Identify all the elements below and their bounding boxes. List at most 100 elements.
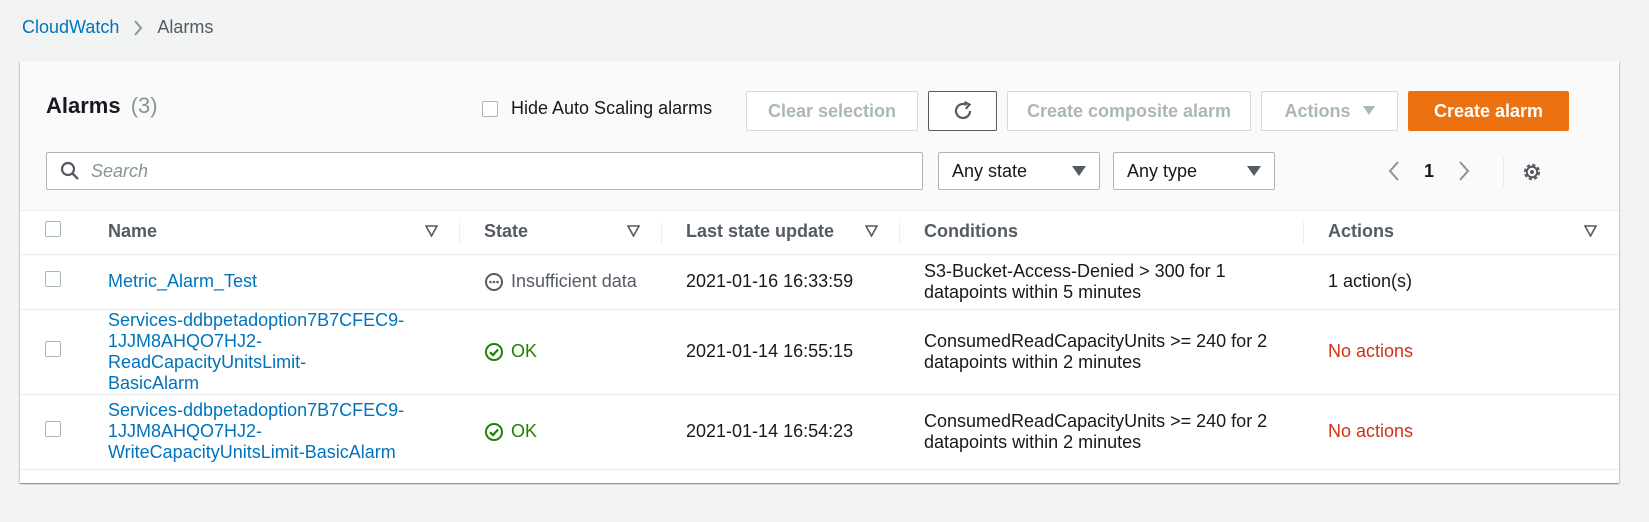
- refresh-icon: [954, 101, 971, 120]
- column-header-last-update-label: Last state update: [686, 221, 835, 242]
- sort-icon: [865, 225, 878, 237]
- actions-dropdown-button[interactable]: Actions: [1261, 91, 1398, 131]
- breadcrumb-current: Alarms: [157, 17, 214, 37]
- state-cell: OK: [460, 394, 662, 470]
- conditions-cell: ConsumedReadCapacityUnits >= 240 for 2 d…: [900, 309, 1304, 395]
- column-header-name-label: Name: [108, 221, 158, 242]
- select-all-checkbox[interactable]: [45, 221, 61, 238]
- alarm-name-link[interactable]: Services-ddbpetadoption7B7CFEC9- 1JJM8AH…: [108, 400, 436, 463]
- conditions-line: datapoints within 2 minutes: [924, 351, 1142, 372]
- caret-down-icon: [1247, 165, 1261, 176]
- type-filter-select[interactable]: Any type: [1113, 152, 1275, 190]
- column-header-conditions-label: Conditions: [924, 221, 1018, 242]
- current-page-number[interactable]: 1: [1424, 161, 1434, 182]
- alarm-name-link[interactable]: Services-ddbpetadoption7B7CFEC9- 1JJM8AH…: [108, 310, 436, 394]
- previous-page-button[interactable]: [1388, 161, 1400, 181]
- column-header-last-update[interactable]: Last state update: [662, 210, 900, 255]
- alarms-panel: Alarms (3) Hide Auto Scaling alarms Clea…: [20, 61, 1619, 483]
- chevron-left-icon: [1388, 161, 1399, 181]
- pagination: 1: [1388, 153, 1470, 189]
- row-checkbox[interactable]: [45, 341, 61, 357]
- row-select-cell: [20, 309, 84, 395]
- conditions-line: S3-Bucket-Access-Denied > 300 for 1: [924, 260, 1226, 281]
- gear-icon: [1523, 163, 1541, 181]
- hide-autoscaling-toggle[interactable]: Hide Auto Scaling alarms: [482, 98, 712, 119]
- column-header-state[interactable]: State: [460, 210, 662, 255]
- conditions-line: ConsumedReadCapacityUnits >= 240 for 2: [924, 330, 1268, 351]
- preferences-button[interactable]: [1521, 161, 1543, 183]
- chevron-right-icon: [1459, 161, 1470, 181]
- state-text: OK: [511, 341, 538, 361]
- pagination-divider: [1503, 156, 1504, 188]
- state-filter-value: Any state: [952, 160, 1028, 181]
- conditions-cell: ConsumedReadCapacityUnits >= 240 for 2 d…: [900, 394, 1304, 470]
- next-page-button[interactable]: [1458, 161, 1470, 181]
- create-alarm-button[interactable]: Create alarm: [1408, 91, 1569, 131]
- row-select-cell: [20, 254, 84, 310]
- state-cell: Insufficient data: [460, 254, 662, 310]
- actions-cell: No actions: [1304, 394, 1619, 470]
- chevron-right-icon: [133, 19, 143, 36]
- last-update-cell: 2021-01-16 16:33:59: [662, 254, 900, 310]
- insufficient-data-icon: [485, 272, 503, 291]
- refresh-button[interactable]: [928, 91, 997, 131]
- alarm-name-cell: Services-ddbpetadoption7B7CFEC9- 1JJM8AH…: [84, 309, 460, 395]
- check-circle-icon: [485, 422, 503, 441]
- panel-header: Alarms (3) Hide Auto Scaling alarms Clea…: [20, 61, 1619, 211]
- table-row[interactable]: Services-ddbpetadoption7B7CFEC9- 1JJM8AH…: [20, 394, 1619, 470]
- actions-cell: 1 action(s): [1304, 254, 1619, 310]
- type-filter-value: Any type: [1127, 160, 1198, 181]
- sort-icon: [425, 225, 438, 237]
- hide-autoscaling-label: Hide Auto Scaling alarms: [511, 98, 713, 118]
- sort-icon: [1584, 225, 1597, 237]
- column-header-conditions: Conditions: [900, 210, 1304, 255]
- alarm-name-cell: Metric_Alarm_Test: [84, 254, 460, 310]
- table-row[interactable]: Services-ddbpetadoption7B7CFEC9- 1JJM8AH…: [20, 309, 1619, 395]
- breadcrumb: CloudWatch Alarms: [22, 17, 213, 38]
- state-cell: OK: [460, 309, 662, 395]
- clear-selection-button[interactable]: Clear selection: [746, 91, 918, 131]
- conditions-cell: S3-Bucket-Access-Denied > 300 for 1 data…: [900, 254, 1304, 310]
- actions-dropdown-label: Actions: [1284, 100, 1351, 121]
- alarm-name-line: BasicAlarm: [108, 372, 200, 393]
- check-circle-icon: [485, 342, 503, 361]
- sort-icon: [627, 225, 640, 237]
- page-title-text: Alarms: [46, 93, 121, 118]
- state-filter-select[interactable]: Any state: [938, 152, 1100, 190]
- column-header-name[interactable]: Name: [84, 210, 460, 255]
- conditions-line: ConsumedReadCapacityUnits >= 240 for 2: [924, 410, 1268, 431]
- select-all-cell: [20, 210, 84, 255]
- conditions-line: datapoints within 5 minutes: [924, 281, 1142, 302]
- alarm-name-line: Services-ddbpetadoption7B7CFEC9-: [108, 400, 405, 420]
- row-checkbox[interactable]: [45, 271, 61, 287]
- caret-down-icon: [1072, 165, 1086, 176]
- create-composite-alarm-button[interactable]: Create composite alarm: [1007, 91, 1251, 131]
- alarm-name-link[interactable]: Metric_Alarm_Test: [108, 271, 257, 291]
- column-header-actions[interactable]: Actions: [1304, 210, 1619, 255]
- alarm-name-cell: Services-ddbpetadoption7B7CFEC9- 1JJM8AH…: [84, 394, 460, 470]
- alarm-name-line: WriteCapacityUnitsLimit-BasicAlarm: [108, 442, 396, 462]
- last-update-cell: 2021-01-14 16:54:23: [662, 394, 900, 470]
- alarms-table: Name State Last state update Conditions …: [20, 210, 1619, 470]
- search-icon: [60, 161, 80, 181]
- alarm-name-line: Services-ddbpetadoption7B7CFEC9-: [108, 309, 405, 330]
- table-row[interactable]: Metric_Alarm_Test Insufficient data 2021…: [20, 254, 1619, 310]
- row-checkbox[interactable]: [45, 421, 61, 437]
- state-text: Insufficient data: [511, 271, 637, 291]
- hide-autoscaling-checkbox[interactable]: [482, 100, 498, 117]
- search-input[interactable]: [89, 159, 893, 183]
- page-title: Alarms (3): [46, 93, 158, 119]
- alarm-name-line: 1JJM8AHQO7HJ2-: [108, 421, 263, 441]
- search-field[interactable]: [46, 152, 923, 190]
- actions-cell: No actions: [1304, 309, 1619, 395]
- table-header-row: Name State Last state update Conditions …: [20, 210, 1619, 255]
- caret-down-icon: [1362, 106, 1375, 115]
- row-select-cell: [20, 394, 84, 470]
- column-header-state-label: State: [484, 221, 529, 242]
- alarm-count: (3): [130, 93, 158, 118]
- conditions-line: datapoints within 2 minutes: [924, 431, 1142, 452]
- state-text: OK: [511, 421, 538, 441]
- column-header-actions-label: Actions: [1328, 221, 1395, 242]
- breadcrumb-cloudwatch-link[interactable]: CloudWatch: [22, 17, 119, 38]
- alarm-name-line: 1JJM8AHQO7HJ2-ReadCapacityUnitsLimit-: [108, 330, 307, 372]
